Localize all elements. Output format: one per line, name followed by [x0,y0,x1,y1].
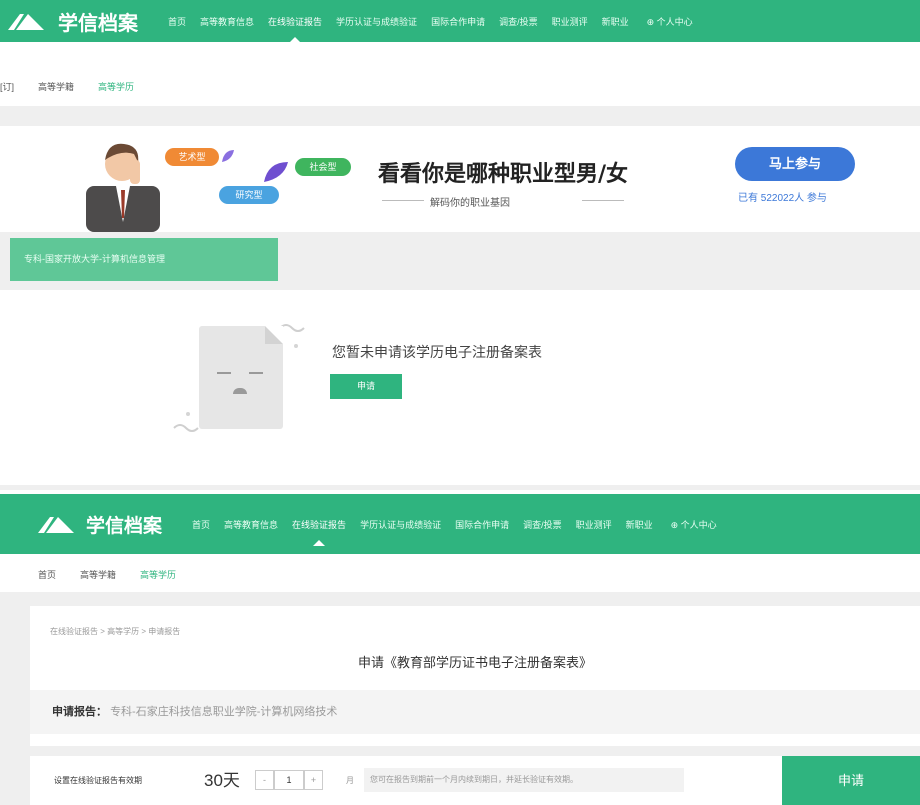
leaf-icon [264,162,288,182]
report-label: 申请报告： [52,706,107,718]
report-info: 申请报告： 专科-石家庄科技信息职业学院-计算机网络技术 [30,690,920,734]
nav-item[interactable]: 职业测评 [576,518,612,531]
banner-headline: 看看你是哪种职业型男/女 [378,161,629,187]
apply-button[interactable]: 申请 [330,374,402,399]
logo[interactable]: 学信档案 [6,7,138,36]
bottom-subnav: 首页 高等学籍 高等学历 [0,560,920,588]
application-card: 在线验证报告 > 高等学历 > 申请报告 申请《教育部学历证书电子注册备案表》 … [30,606,920,746]
month-stepper: - 1 + [255,770,323,790]
top-nav-items: 首页 高等教育信息 在线验证报告 学历认证与成绩验证 国际合作申请 调查/投票 职业测评 新职… [168,15,693,43]
nav-item[interactable]: 新职业 [602,15,629,28]
breadcrumb: 在线验证报告 > 高等学历 > 申请报告 [50,627,181,636]
subnav-item-active[interactable]: 高等学历 [140,568,176,581]
businessman-illustration [86,143,160,232]
bottom-navbar: 学信档案 首页 高等教育信息 在线验证报告 学历认证与成绩验证 国际合作申请 调查/投票 职… [0,494,920,554]
nav-item[interactable]: 首页 [168,15,186,28]
user-center-link[interactable]: ⊕ 个人中心 [647,15,693,28]
nav-item[interactable]: 调查/投票 [523,518,562,531]
bottom-nav-items: 首页 高等教育信息 在线验证报告 学历认证与成绩验证 国际合作申请 调查/投票 职业测评 新职… [192,518,717,546]
logo-icon [38,517,74,533]
report-value: 专科-石家庄科技信息职业学院-计算机网络技术 [110,706,338,718]
apply-button[interactable]: 申请 [782,756,920,805]
leaf-icon [222,150,234,162]
divider [582,200,624,201]
logo-text: 学信档案 [86,515,163,537]
logo[interactable]: 学信档案 [36,511,162,538]
nav-item[interactable]: 职业测评 [552,15,588,28]
tag-artistic: 艺术型 [165,148,219,166]
validity-value: 30天 [204,771,240,790]
subnav-item[interactable]: [订] [0,80,14,93]
participant-count: 已有 522022人 参与 [738,193,827,204]
hint-text: 您可在报告到期前一个月内续到期日，并延长验证有效期。 [364,768,684,792]
nav-item[interactable]: 国际合作申请 [455,518,509,531]
validity-settings: 设置在线验证报告有效期 30天 - 1 + 月 您可在报告到期前一个月内续到期日… [30,756,920,805]
empty-message: 您暂未申请该学历电子注册备案表 [332,344,542,360]
record-tab[interactable]: 专科-国家开放大学-计算机信息管理 [10,238,278,281]
application-title: 申请《教育部学历证书电子注册备案表》 [357,655,592,670]
subnav-item[interactable]: 首页 [38,568,56,581]
user-center-link[interactable]: ⊕ 个人中心 [671,518,717,531]
nav-item[interactable]: 在线验证报告 [268,15,322,43]
stepper-plus-button[interactable]: + [304,770,323,790]
nav-item[interactable]: 高等教育信息 [224,518,278,531]
logo-icon [8,14,44,30]
empty-state: 您暂未申请该学历电子注册备案表 申请 [0,290,920,485]
tag-social: 社会型 [295,158,351,176]
subnav-item[interactable]: 高等学籍 [80,568,116,581]
nav-item[interactable]: 调查/投票 [499,15,538,28]
top-navbar: 学信档案 首页 高等教育信息 在线验证报告 学历认证与成绩验证 国际合作申请 调查/投票 职… [0,0,920,43]
stepper-input[interactable]: 1 [274,770,304,790]
top-subnav: [订] 高等学籍 高等学历 [0,70,920,102]
subnav-item-active[interactable]: 高等学历 [98,80,134,93]
nav-item[interactable]: 学历认证与成绩验证 [336,15,417,28]
divider [382,200,424,201]
nav-item[interactable]: 学历认证与成绩验证 [360,518,441,531]
nav-item[interactable]: 国际合作申请 [431,15,485,28]
banner-subline: 解码你的职业基因 [430,198,510,209]
empty-document-icon [199,326,283,429]
nav-item[interactable]: 高等教育信息 [200,15,254,28]
nav-item[interactable]: 首页 [192,518,210,531]
career-test-banner[interactable]: 艺术型 社会型 研究型 看看你是哪种职业型男/女 解码你的职业基因 马上参与 已… [0,126,920,232]
subnav-item[interactable]: 高等学籍 [38,80,74,93]
stepper-minus-button[interactable]: - [255,770,274,790]
nav-item[interactable]: 在线验证报告 [292,518,346,546]
validity-label: 设置在线验证报告有效期 [54,776,142,785]
nav-item[interactable]: 新职业 [626,518,653,531]
unit-label: 月 [346,776,354,785]
tag-research: 研究型 [219,186,279,204]
logo-text: 学信档案 [58,12,138,35]
join-button[interactable]: 马上参与 [735,147,855,181]
